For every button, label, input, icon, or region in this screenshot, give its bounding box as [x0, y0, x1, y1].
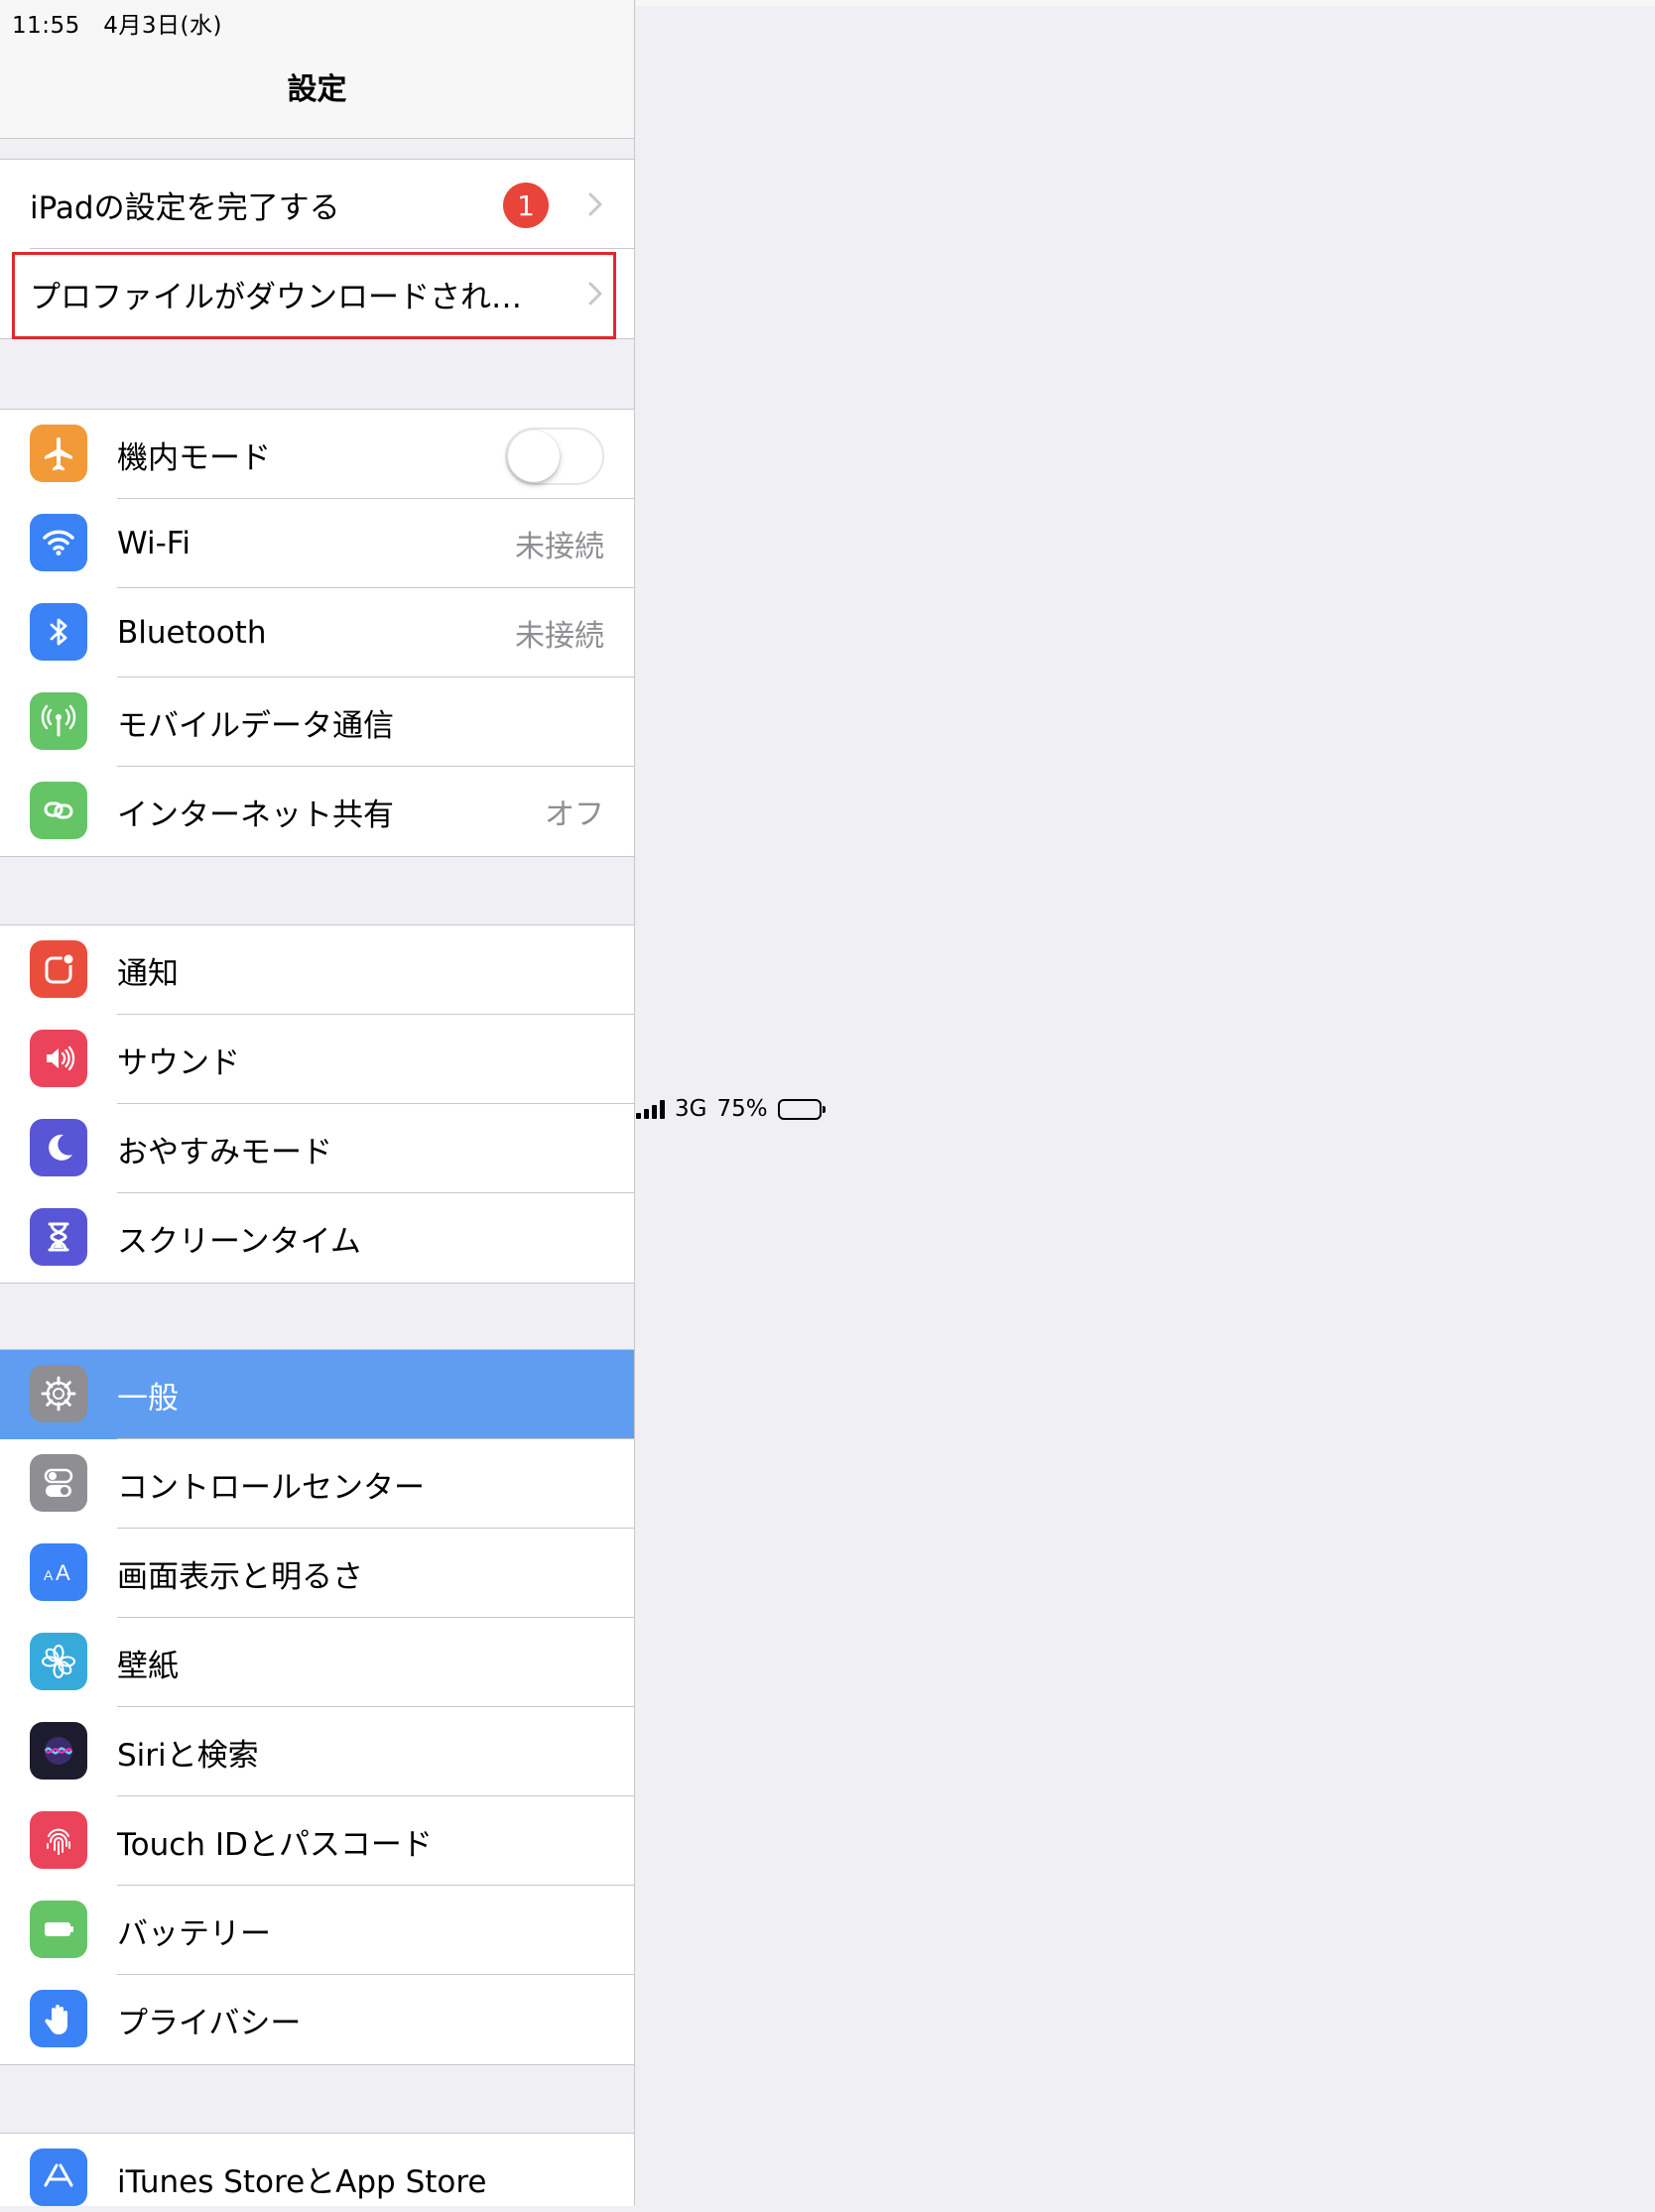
moon-icon	[30, 1119, 87, 1176]
setup-badge: 1	[503, 183, 549, 228]
sidebar-item-hand[interactable]: プライバシー	[0, 1975, 634, 2064]
status-bar: 11:55 4月3日(水) 3G 75%	[0, 0, 1655, 2212]
sidebar-item-label: 一般	[117, 1380, 179, 1416]
battery-icon	[30, 1901, 87, 1958]
settings-sidebar: 設定 iPadの設定を完了する 1 プロファイルがダウンロードされ… 機内モード…	[0, 0, 635, 2206]
sidebar-item-label: 機内モード	[117, 439, 271, 476]
chevron-right-icon	[588, 192, 602, 216]
sidebar-item-label: 画面表示と明るさ	[117, 1558, 363, 1595]
sidebar-item-antenna[interactable]: モバイルデータ通信	[0, 677, 634, 767]
network-type: 3G	[675, 1096, 707, 1122]
profile-downloaded-row[interactable]: プロファイルがダウンロードされ…	[0, 249, 634, 338]
sidebar-item-flower[interactable]: 壁紙	[0, 1618, 634, 1707]
sidebar-item-label: スクリーンタイム	[117, 1223, 361, 1260]
sidebar-item-wifi[interactable]: Wi-Fi 未接続	[0, 499, 634, 588]
setup-group: iPadの設定を完了する 1 プロファイルがダウンロードされ…	[0, 159, 634, 339]
sidebar-item-fingerprint[interactable]: Touch IDとパスコード	[0, 1796, 634, 1886]
chevron-right-icon	[588, 282, 602, 306]
wifi-icon	[30, 514, 87, 571]
status-time: 11:55 4月3日(水)	[12, 13, 222, 39]
appstore-icon	[30, 2149, 87, 2206]
fingerprint-icon	[30, 1811, 87, 1869]
sidebar-item-text-size[interactable]: A A 画面表示と明るさ	[0, 1529, 634, 1618]
sidebar-item-label: 壁紙	[117, 1648, 179, 1684]
sidebar-item-label: Siriと検索	[117, 1737, 259, 1774]
sidebar-item-moon[interactable]: おやすみモード	[0, 1104, 634, 1193]
switches-icon	[30, 1454, 87, 1512]
text-size-icon: AA	[30, 1543, 87, 1601]
sidebar-item-label: iTunes StoreとApp Store	[117, 2163, 487, 2200]
sidebar-item-label: バッテリー	[117, 1915, 271, 1952]
store-group: iTunes StoreとApp Store	[0, 2133, 634, 2206]
sidebar-item-detail: オフ	[545, 798, 604, 832]
sidebar-item-label: Touch IDとパスコード	[117, 1826, 433, 1863]
svg-text:A: A	[44, 1567, 54, 1583]
network-group: 機内モード Wi-Fi 未接続 Bluetooth 未接続 モバイルデータ通信 インターネッ…	[0, 409, 634, 857]
hand-icon	[30, 1990, 87, 2047]
airplane-icon	[30, 425, 87, 482]
siri-icon	[30, 1722, 87, 1780]
sidebar-item-battery[interactable]: バッテリー	[0, 1886, 634, 1975]
sidebar-item-label: コントロールセンター	[117, 1469, 425, 1506]
status-date: 4月3日(水)	[103, 13, 222, 39]
flower-icon	[30, 1633, 87, 1690]
battery-percent: 75%	[716, 1096, 768, 1122]
sidebar-item-speaker[interactable]: サウンド	[0, 1015, 634, 1104]
sidebar-item-label: プライバシー	[117, 2005, 302, 2041]
sidebar-item-appstore[interactable]: iTunes StoreとApp Store	[0, 2134, 634, 2206]
antenna-icon	[30, 692, 87, 750]
hourglass-icon	[30, 1208, 87, 1266]
alerts-group: 通知サウンドおやすみモード スクリーンタイム	[0, 924, 634, 1284]
bluetooth-icon	[30, 603, 87, 661]
profile-downloaded-label: プロファイルがダウンロードされ…	[30, 279, 522, 315]
sidebar-item-bluetooth[interactable]: Bluetooth 未接続	[0, 588, 634, 677]
sidebar-item-label: サウンド	[117, 1045, 240, 1081]
sidebar-item-link[interactable]: インターネット共有 オフ	[0, 767, 634, 856]
notification-icon	[30, 940, 87, 998]
setup-label: iPadの設定を完了する	[30, 189, 340, 226]
speaker-icon	[30, 1030, 87, 1087]
general-group: 一般コントロールセンター A A 画面表示と明るさ 壁紙 Siriと検索 Touch IDと…	[0, 1349, 634, 2065]
sidebar-item-label: 通知	[117, 955, 179, 992]
sidebar-item-hourglass[interactable]: スクリーンタイム	[0, 1193, 634, 1283]
sidebar-item-label: インターネット共有	[117, 797, 394, 833]
sidebar-title: 設定	[287, 72, 347, 107]
sidebar-item-label: Wi-Fi	[117, 526, 191, 561]
gear-icon	[30, 1365, 87, 1422]
setup-row[interactable]: iPadの設定を完了する 1	[0, 160, 634, 249]
sidebar-item-label: Bluetooth	[117, 615, 267, 651]
battery-icon	[777, 1098, 826, 1120]
sidebar-item-notification[interactable]: 通知	[0, 925, 634, 1015]
airplane-mode-toggle[interactable]	[505, 428, 604, 485]
sidebar-item-label: おやすみモード	[117, 1134, 332, 1170]
sidebar-item-detail: 未接続	[515, 530, 604, 564]
sidebar-item-label: モバイルデータ通信	[117, 707, 394, 744]
signal-icon	[636, 1099, 665, 1119]
sidebar-item-gear[interactable]: 一般	[0, 1350, 634, 1439]
sidebar-item-airplane[interactable]: 機内モード	[0, 410, 634, 499]
svg-text:A: A	[56, 1560, 70, 1585]
sidebar-item-detail: 未接続	[515, 619, 604, 654]
sidebar-item-siri[interactable]: Siriと検索	[0, 1707, 634, 1796]
link-icon	[30, 782, 87, 839]
sidebar-item-switches[interactable]: コントロールセンター	[0, 1439, 634, 1529]
